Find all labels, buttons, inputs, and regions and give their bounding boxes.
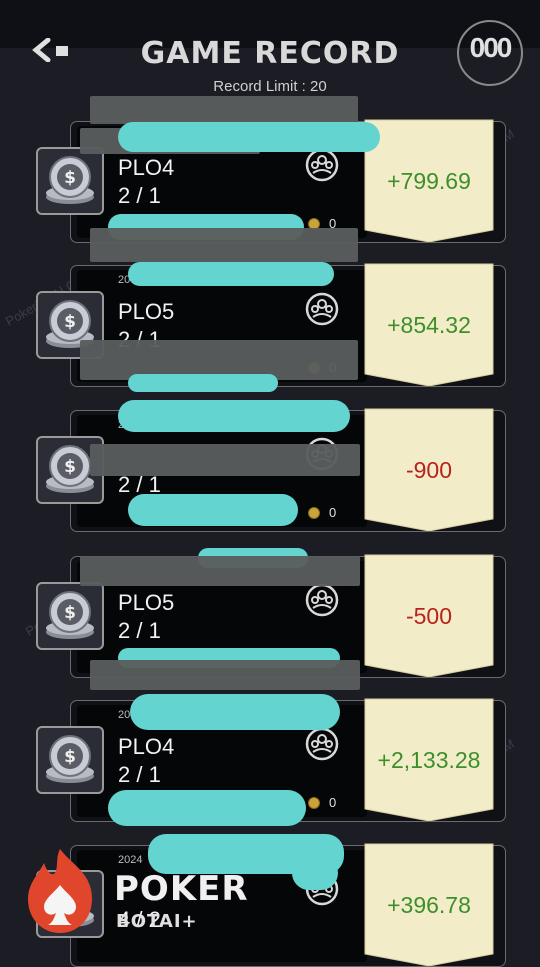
- svg-text:$: $: [64, 168, 76, 188]
- redaction-scribble: [128, 262, 334, 286]
- chip-dollar-icon: $: [46, 156, 94, 204]
- result-value: +2,133.28: [377, 747, 481, 773]
- logo-text-botai: BOTAI+: [116, 911, 198, 932]
- coin-count: 0: [329, 505, 337, 520]
- redaction-scribble: [130, 694, 340, 730]
- redaction-block: [90, 660, 360, 690]
- result-tag: +396.78: [363, 842, 495, 966]
- game-chip-badge: $: [36, 147, 104, 215]
- svg-text:$: $: [64, 603, 76, 623]
- players-icon: [305, 148, 339, 182]
- redaction-scribble: [292, 856, 338, 890]
- result-tag: -500: [363, 553, 495, 677]
- result-value: -500: [405, 603, 453, 629]
- chip-dollar-icon: $: [46, 735, 94, 783]
- players-icon: [305, 583, 339, 617]
- result-value: +396.78: [387, 892, 471, 918]
- stakes: 2 / 1: [118, 762, 161, 787]
- svg-text:$: $: [64, 747, 76, 767]
- result-value: +799.69: [387, 168, 471, 194]
- result-value: -900: [405, 457, 453, 483]
- svg-text:$: $: [64, 457, 76, 477]
- result-tag: +799.69: [363, 118, 495, 242]
- stakes: 2 / 1: [118, 618, 161, 643]
- redaction-scribble: [128, 374, 278, 392]
- players-icon: [305, 292, 339, 326]
- redaction-scribble: [118, 122, 380, 152]
- game-type: PLO4: [118, 155, 175, 180]
- record-limit: Record Limit : 20: [213, 78, 327, 95]
- redaction-scribble: [128, 494, 298, 526]
- players-icon-wrap: [305, 148, 339, 182]
- stakes: 2 / 1: [118, 183, 161, 208]
- game-type: PLO5: [118, 590, 175, 615]
- result-tag: +2,133.28: [363, 697, 495, 821]
- redaction-block: [90, 228, 358, 262]
- more-icon: 000: [469, 32, 513, 63]
- game-type: PLO5: [118, 299, 175, 324]
- players-icon-wrap: [305, 292, 339, 326]
- redaction-block: [90, 96, 358, 124]
- chip-dollar-icon: $: [46, 591, 94, 639]
- redaction-scribble: [118, 400, 350, 432]
- result-tag: -900: [363, 407, 495, 531]
- redaction-scribble: [108, 790, 306, 826]
- game-chip-badge: $: [36, 726, 104, 794]
- redaction-block: [80, 556, 360, 586]
- logo-text-poker: POKER: [114, 869, 249, 909]
- players-icon-wrap: [305, 727, 339, 761]
- record-date: 20: [118, 709, 131, 721]
- svg-text:$: $: [64, 312, 76, 332]
- coin-icon: [308, 797, 320, 809]
- pokerbotai-logo: POKER BOTAI+: [10, 845, 248, 945]
- redaction-block: [90, 444, 360, 476]
- players-icon: [305, 727, 339, 761]
- flame-spade-icon: [28, 849, 92, 933]
- coin-count: 0: [329, 795, 337, 810]
- result-value: +854.32: [387, 312, 471, 338]
- more-button[interactable]: 000: [457, 20, 523, 86]
- game-type: PLO4: [118, 734, 175, 759]
- game-chip-badge: $: [36, 582, 104, 650]
- result-tag: +854.32: [363, 262, 495, 386]
- players-icon-wrap: [305, 583, 339, 617]
- coin-icon: [308, 507, 320, 519]
